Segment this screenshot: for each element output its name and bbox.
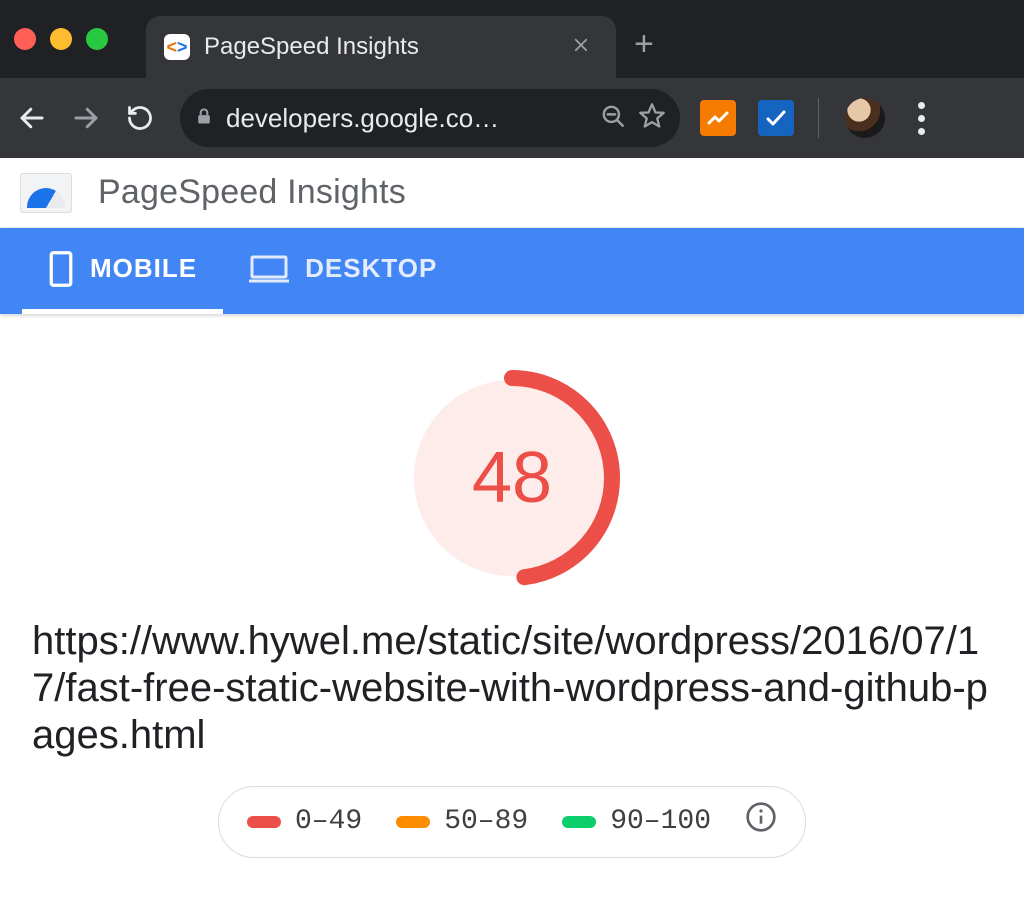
- forward-button[interactable]: [62, 94, 110, 142]
- pagespeed-favicon-icon: <>: [164, 34, 190, 60]
- score-legend: 0–49 50–89 90–100: [218, 786, 806, 858]
- bookmark-star-icon[interactable]: [638, 102, 666, 135]
- browser-toolbar: developers.google.co…: [0, 78, 1024, 158]
- extension-check-icon[interactable]: [758, 100, 794, 136]
- legend-range-poor: 0–49: [247, 806, 362, 837]
- legend-label-average: 50–89: [444, 806, 528, 837]
- browser-menu-button[interactable]: [901, 102, 941, 135]
- info-icon[interactable]: [745, 801, 777, 842]
- legend-label-good: 90–100: [610, 806, 711, 837]
- toolbar-separator: [818, 98, 819, 138]
- profile-avatar[interactable]: [845, 98, 885, 138]
- reload-button[interactable]: [116, 94, 164, 142]
- legend-label-poor: 0–49: [295, 806, 362, 837]
- tested-url: https://www.hywel.me/static/site/wordpre…: [32, 618, 992, 760]
- lock-icon: [194, 104, 214, 133]
- app-title: PageSpeed Insights: [98, 173, 406, 212]
- legend-range-good: 90–100: [562, 806, 711, 837]
- address-bar[interactable]: developers.google.co…: [180, 89, 680, 147]
- tab-desktop-label: DESKTOP: [305, 253, 437, 284]
- page-content: PageSpeed Insights MOBILE DESKTOP 48 htt…: [0, 158, 1024, 898]
- pagespeed-logo-icon: [20, 173, 72, 213]
- result-area: 48 https://www.hywel.me/static/site/word…: [0, 314, 1024, 898]
- url-text: developers.google.co…: [226, 103, 588, 134]
- window-zoom-button[interactable]: [86, 28, 108, 50]
- tab-mobile-label: MOBILE: [90, 253, 197, 284]
- browser-tab-title: PageSpeed Insights: [204, 33, 550, 61]
- browser-tab-strip: <> PageSpeed Insights +: [0, 0, 1024, 78]
- back-button[interactable]: [8, 94, 56, 142]
- score-gauge: 48: [402, 368, 622, 588]
- tab-desktop[interactable]: DESKTOP: [223, 228, 463, 314]
- legend-range-average: 50–89: [396, 806, 528, 837]
- extension-analytics-icon[interactable]: [700, 100, 736, 136]
- window-minimize-button[interactable]: [50, 28, 72, 50]
- browser-tab-active[interactable]: <> PageSpeed Insights: [146, 16, 616, 78]
- tab-mobile[interactable]: MOBILE: [22, 228, 223, 314]
- new-tab-button[interactable]: +: [634, 25, 654, 64]
- device-tabs: MOBILE DESKTOP: [0, 228, 1024, 314]
- window-close-button[interactable]: [14, 28, 36, 50]
- app-header: PageSpeed Insights: [0, 158, 1024, 228]
- zoom-out-icon[interactable]: [600, 103, 626, 134]
- window-controls: [14, 28, 108, 50]
- close-tab-button[interactable]: [564, 29, 598, 65]
- score-value: 48: [402, 368, 622, 588]
